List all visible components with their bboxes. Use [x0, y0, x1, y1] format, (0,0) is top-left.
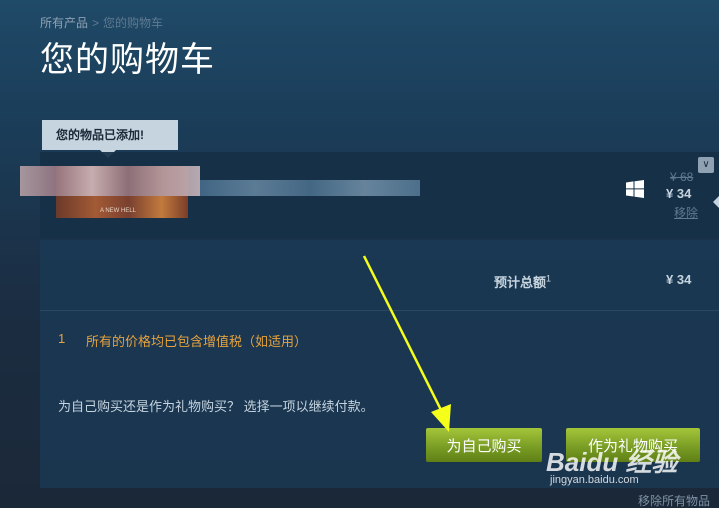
chevron-down-icon[interactable]: ∨ [698, 157, 714, 173]
estimated-total-text: 预计总额 [494, 275, 547, 290]
divider [40, 310, 719, 311]
discounted-price: ¥ 34 [666, 186, 692, 201]
game-title-blurred[interactable] [200, 180, 420, 196]
thumbnail-caption: A NEW HELL [100, 208, 137, 214]
remove-item-link[interactable]: 移除 [674, 204, 698, 221]
estimated-total-value: ¥ 34 [666, 272, 692, 287]
purchase-question: 为自己购买还是作为礼物购买？ 选择一项以继续付款。 [58, 399, 374, 414]
vat-note: 所有的价格均已包含增值税（如适用） [86, 334, 308, 349]
scroll-arrow-icon [713, 196, 719, 208]
item-added-tag: 您的物品已添加! [42, 120, 178, 158]
breadcrumb-separator: > [92, 16, 100, 30]
watermark-url: jingyan.baidu.com [550, 474, 639, 486]
windows-icon [626, 180, 644, 198]
breadcrumb-link-all-products[interactable]: 所有产品 [40, 16, 88, 30]
remove-all-items-link[interactable]: 移除所有物品 [638, 492, 710, 508]
thumbnail-blur-overlay [20, 166, 200, 196]
breadcrumb-current: 您的购物车 [103, 16, 164, 30]
total-footnote-mark: 1 [546, 273, 552, 284]
original-price: ¥ 68 [670, 170, 694, 184]
estimated-total-label: 预计总额1 [494, 272, 551, 291]
page-title: 您的购物车 [40, 41, 215, 79]
buy-for-myself-button[interactable]: 为自己购买 [426, 428, 542, 462]
breadcrumb: 所有产品 > 您的购物车 [40, 14, 163, 31]
footnote-number: 1 [58, 331, 66, 346]
